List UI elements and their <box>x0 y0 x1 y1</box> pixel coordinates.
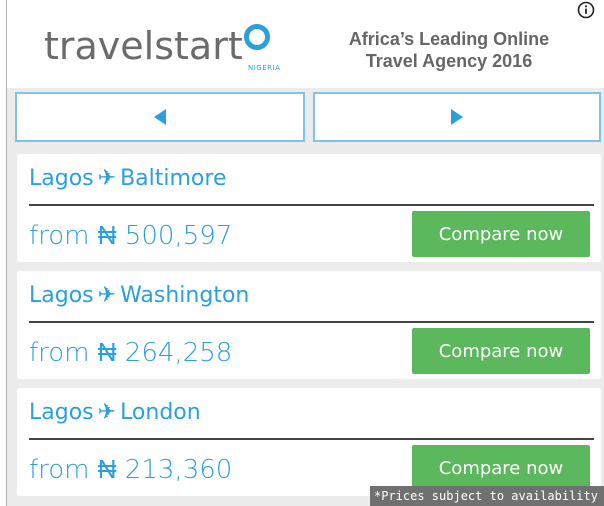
disclaimer-text: *Prices subject to availability <box>370 486 604 506</box>
plane-icon: ✈ <box>97 283 117 308</box>
tagline-line-1: Africa’s Leading Online <box>348 29 550 49</box>
origin-city: Lagos <box>29 400 94 425</box>
next-button[interactable] <box>313 92 601 142</box>
logo-country: NIGERIA <box>248 64 281 72</box>
compare-now-button[interactable]: Compare now <box>412 328 590 374</box>
triangle-left-icon <box>154 109 166 125</box>
offer-card[interactable]: Lagos ✈ Baltimore from ₦ 500,597 Compare n… <box>17 154 601 262</box>
offer-card[interactable]: Lagos ✈ London from ₦ 213,360 Compare now <box>17 388 601 496</box>
info-icon[interactable] <box>576 0 596 20</box>
plane-icon: ✈ <box>97 400 117 425</box>
divider <box>29 438 594 440</box>
price-text: from ₦ 213,360 <box>29 455 233 485</box>
compare-now-button[interactable]: Compare now <box>412 445 590 491</box>
divider <box>29 321 594 323</box>
triangle-right-icon <box>451 109 463 125</box>
plane-icon: ✈ <box>97 166 117 191</box>
ad-header: travelstart NIGERIA Africa’s Leading Onl… <box>7 0 604 88</box>
origin-city: Lagos <box>29 283 94 308</box>
route-title[interactable]: Lagos ✈ Washington <box>29 283 249 308</box>
logo-wordmark: travelstart <box>44 24 243 68</box>
route-title[interactable]: Lagos ✈ Baltimore <box>29 166 226 191</box>
price-text: from ₦ 264,258 <box>29 338 233 368</box>
route-title[interactable]: Lagos ✈ London <box>29 400 201 425</box>
travelstart-logo[interactable]: travelstart NIGERIA <box>44 24 304 84</box>
destination-city: London <box>120 400 201 425</box>
destination-city: Baltimore <box>120 166 227 191</box>
divider <box>29 204 594 206</box>
offer-card[interactable]: Lagos ✈ Washington from ₦ 264,258 Compare … <box>17 271 601 379</box>
compare-now-button[interactable]: Compare now <box>412 211 590 257</box>
destination-city: Washington <box>120 283 250 308</box>
logo-ring-icon <box>244 24 270 50</box>
price-text: from ₦ 500,597 <box>29 221 233 251</box>
carousel-nav <box>15 92 603 144</box>
prev-button[interactable] <box>15 92 305 142</box>
origin-city: Lagos <box>29 166 94 191</box>
tagline-line-2: Travel Agency 2016 <box>365 51 533 71</box>
tagline: Africa’s Leading Online Travel Agency 20… <box>327 28 571 72</box>
